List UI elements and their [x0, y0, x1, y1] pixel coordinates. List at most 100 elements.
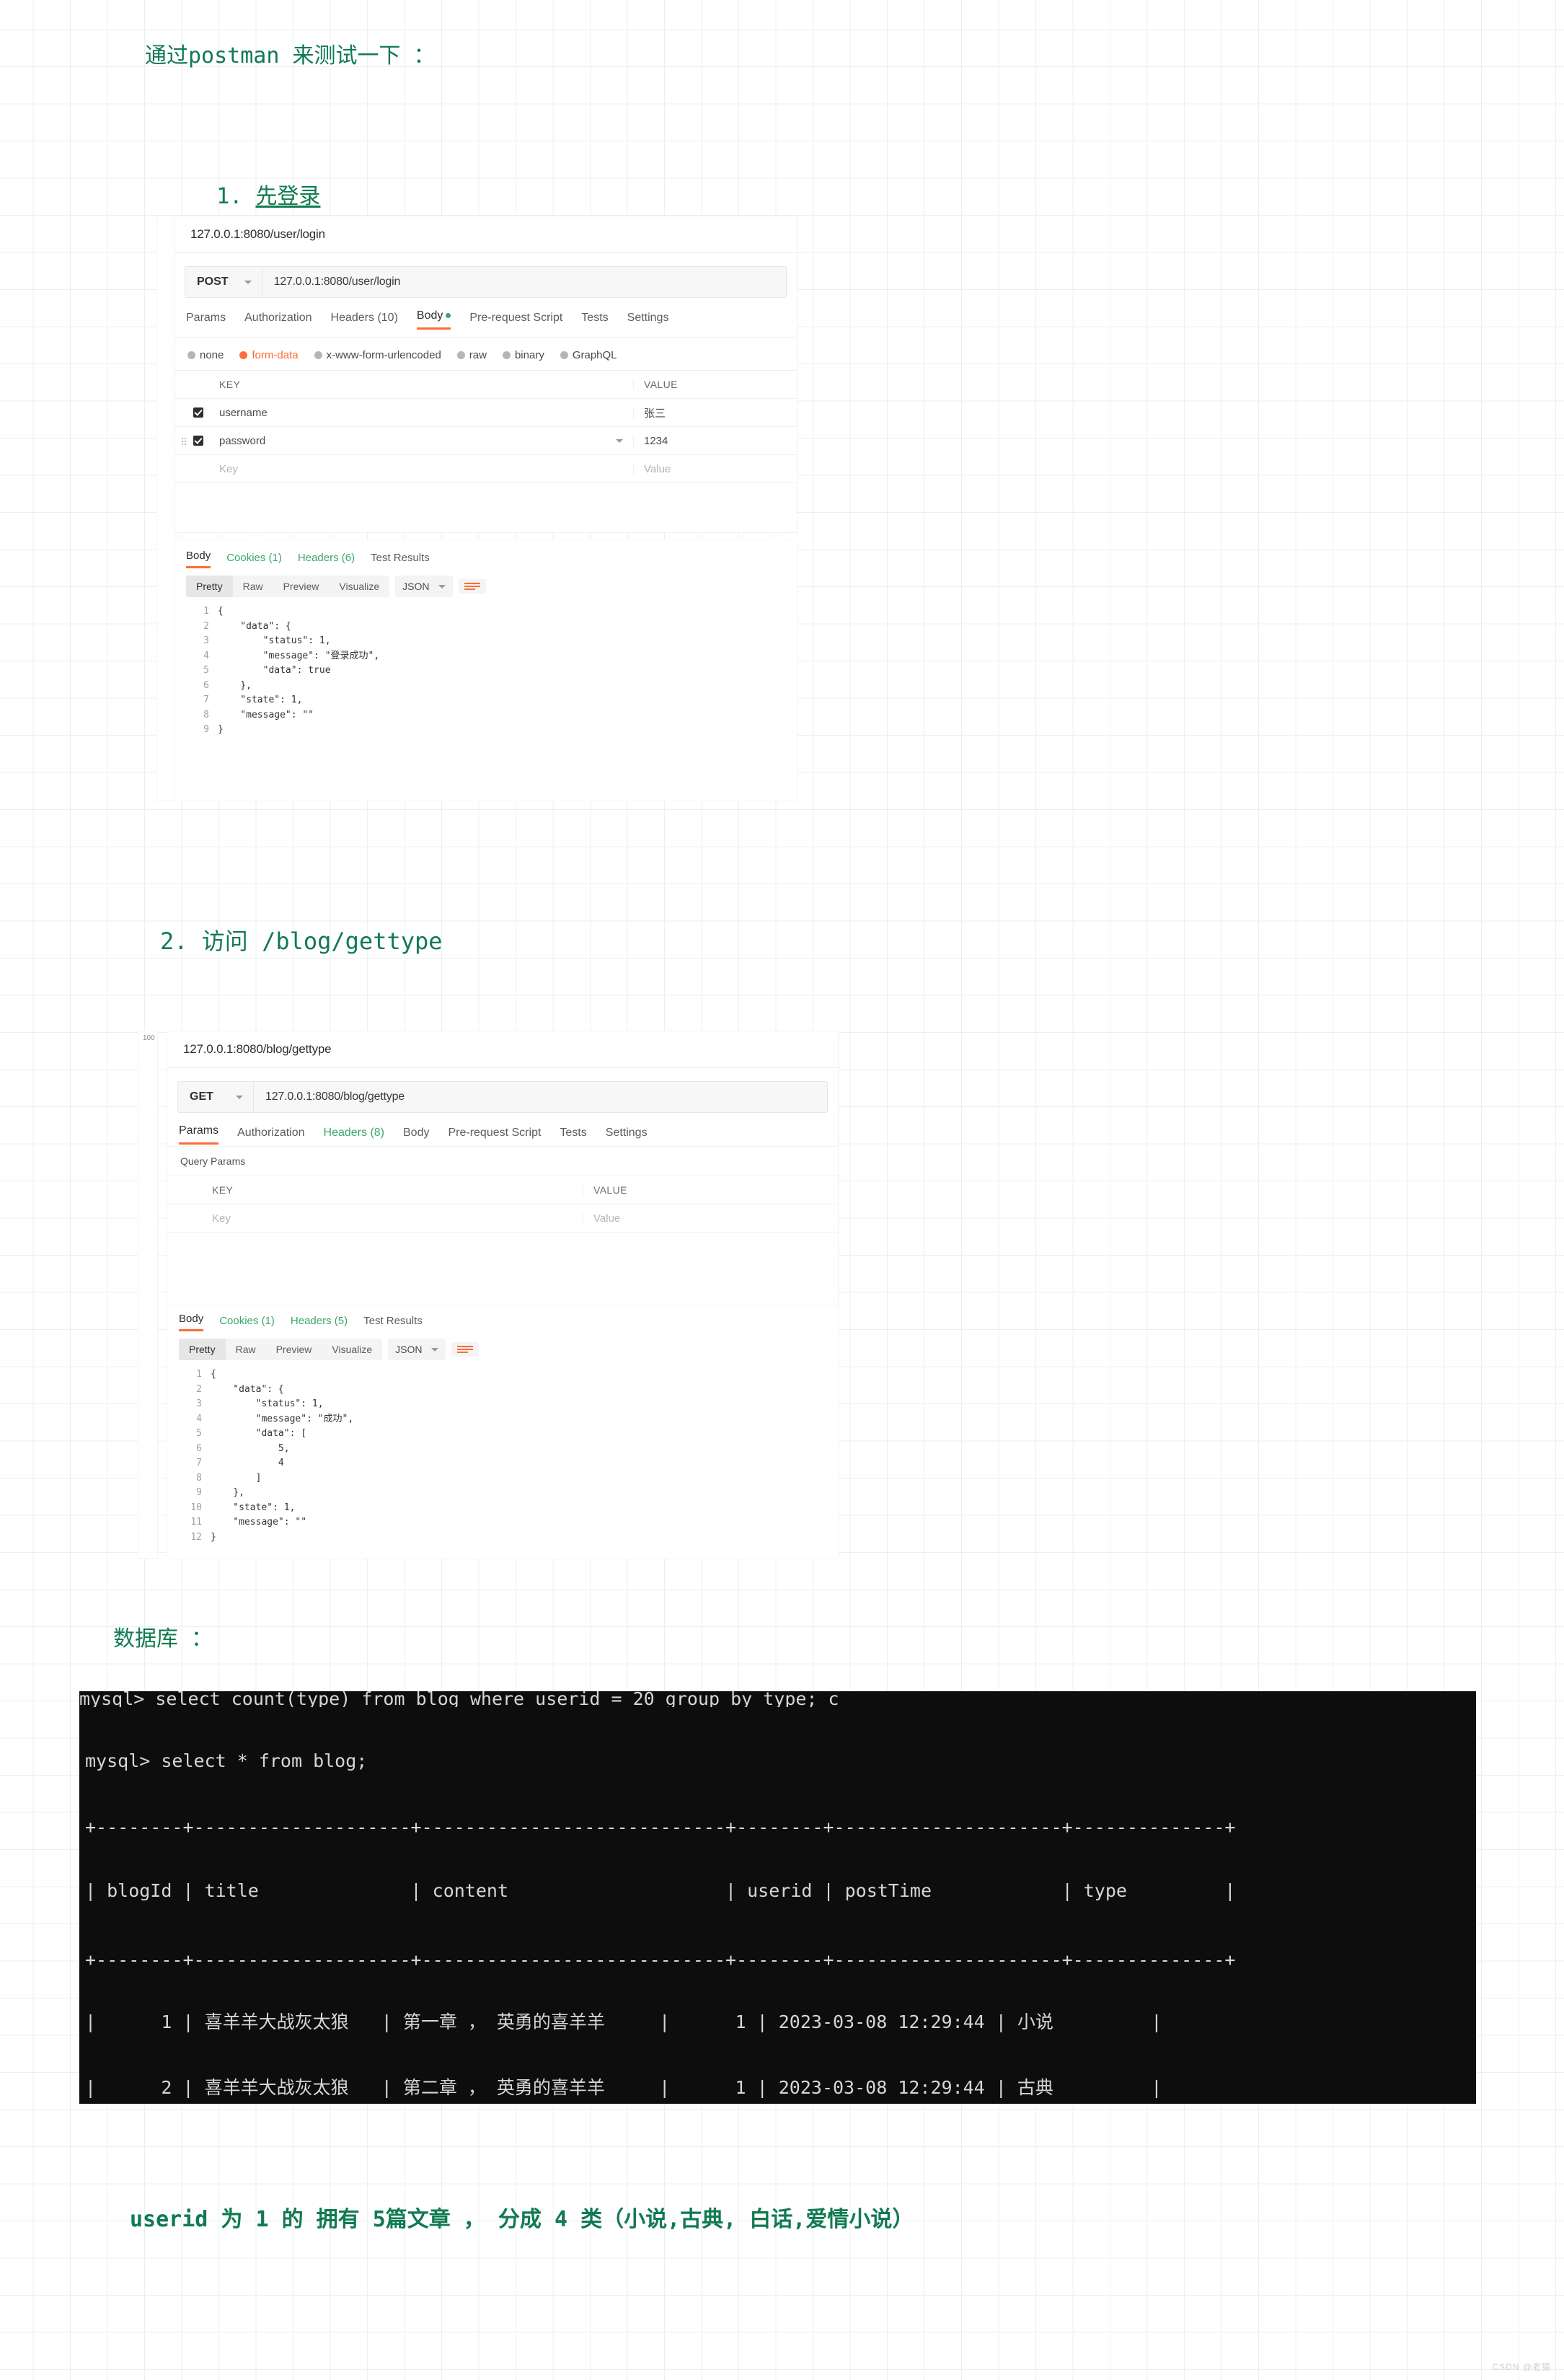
code-line: 2 "data": { [174, 620, 797, 635]
chevron-down-icon [438, 584, 446, 589]
tab-authorization[interactable]: Authorization [244, 312, 312, 330]
postman-request-panel-login: 127.0.0.1:8080/user/login POST 127.0.0.1… [174, 216, 797, 346]
response-format-select[interactable]: JSON [395, 576, 453, 597]
tab-pre-request-script[interactable]: Pre-request Script [448, 1127, 541, 1145]
response-tab-test-results[interactable]: Test Results [363, 1315, 423, 1331]
response-tab-cookies[interactable]: Cookies (1) [219, 1315, 275, 1331]
request-tabs-login: Params Authorization Headers (10) Body P… [186, 309, 797, 330]
line-text: { [218, 606, 224, 617]
request-url-input-gettype[interactable]: 127.0.0.1:8080/blog/gettype [254, 1082, 827, 1112]
body-type-graphql[interactable]: GraphQL [560, 349, 617, 361]
request-url-input-login[interactable]: 127.0.0.1:8080/user/login [262, 267, 786, 297]
line-number: 4 [203, 650, 209, 661]
view-mode-visualize[interactable]: Visualize [322, 1339, 382, 1360]
tab-tests[interactable]: Tests [560, 1127, 586, 1145]
row-drag-handle[interactable] [174, 436, 193, 445]
cell-value-placeholder[interactable]: Value [583, 1212, 838, 1225]
tab-headers[interactable]: Headers (8) [324, 1127, 384, 1145]
tab-settings[interactable]: Settings [606, 1127, 648, 1145]
view-mode-preview[interactable]: Preview [266, 1339, 322, 1360]
row-checkbox-password[interactable] [193, 436, 212, 446]
mysql-terminal[interactable]: mysql> select * from blog; +--------+---… [79, 1707, 1476, 2104]
response-tab-headers-label: Headers (5) [290, 1315, 348, 1327]
body-type-form-data[interactable]: form-data [239, 349, 299, 361]
column-header-key: KEY [205, 1184, 583, 1196]
line-text: }, [211, 1487, 244, 1499]
body-type-none[interactable]: none [187, 349, 224, 361]
response-tab-body[interactable]: Body [186, 550, 211, 568]
line-number: 9 [196, 1487, 202, 1499]
tab-authorization[interactable]: Authorization [237, 1127, 304, 1145]
response-tab-cookies[interactable]: Cookies (1) [226, 552, 282, 568]
line-number: 6 [203, 679, 209, 691]
tab-pre-request-script[interactable]: Pre-request Script [469, 312, 562, 330]
request-url-bar-gettype[interactable]: GET 127.0.0.1:8080/blog/gettype [177, 1081, 828, 1113]
response-tab-test-results[interactable]: Test Results [371, 552, 430, 568]
code-line: 9} [174, 723, 797, 738]
cell-key-placeholder[interactable]: Key [212, 462, 634, 475]
response-format-label: JSON [402, 581, 430, 592]
page-title-postman-intro: 通过postman 来测试一下 ： [145, 43, 436, 69]
body-type-form-data-label: form-data [252, 349, 299, 361]
cell-key-password[interactable]: password [212, 434, 634, 447]
tab-body[interactable]: Body [403, 1127, 429, 1145]
terminal-clipped-previous-line: mysql> select count(type) from blog wher… [79, 1691, 1476, 1707]
response-format-label: JSON [395, 1344, 423, 1355]
tab-tests[interactable]: Tests [581, 312, 608, 330]
response-tab-headers[interactable]: Headers (6) [298, 552, 355, 568]
line-number: 12 [190, 1531, 202, 1543]
view-mode-raw[interactable]: Raw [233, 576, 273, 597]
line-number: 5 [203, 665, 209, 676]
view-mode-visualize[interactable]: Visualize [329, 576, 389, 597]
table-row[interactable]: password 1234 [174, 427, 797, 455]
response-tab-test-results-label: Test Results [363, 1315, 423, 1327]
tab-params-label: Params [186, 312, 226, 324]
response-format-select[interactable]: JSON [388, 1339, 446, 1360]
chevron-down-icon[interactable] [616, 438, 623, 443]
response-tab-body[interactable]: Body [179, 1313, 204, 1331]
summary-caption: userid 为 1 的 拥有 5篇文章 ， 分成 4 类（小说,古典, 白话,… [130, 2207, 914, 2232]
request-url-bar-login[interactable]: POST 127.0.0.1:8080/user/login [185, 266, 787, 298]
tab-settings[interactable]: Settings [627, 312, 669, 330]
sidebar-stub-text: 100 [143, 1034, 155, 1042]
row-checkbox-username[interactable] [193, 407, 212, 418]
table-row-empty[interactable]: Key Value [167, 1204, 838, 1233]
radio-icon [560, 351, 568, 359]
postman-response-panel-login: Body Cookies (1) Headers (6) Test Result… [174, 539, 797, 801]
cell-value-password[interactable]: 1234 [634, 435, 797, 447]
chevron-down-icon [244, 280, 252, 284]
view-mode-pretty[interactable]: Pretty [186, 576, 233, 597]
body-type-binary[interactable]: binary [502, 349, 544, 361]
wrap-lines-button[interactable] [451, 1342, 479, 1357]
line-number: 2 [196, 1383, 202, 1395]
body-type-urlencoded[interactable]: x-www-form-urlencoded [314, 349, 441, 361]
body-type-raw[interactable]: raw [456, 349, 487, 361]
tab-params[interactable]: Params [179, 1124, 219, 1145]
tab-params[interactable]: Params [186, 312, 226, 330]
tab-headers[interactable]: Headers (10) [331, 312, 398, 330]
cell-key-placeholder[interactable]: Key [205, 1212, 583, 1225]
http-method-select-gettype[interactable]: GET [178, 1082, 254, 1112]
cell-value-placeholder[interactable]: Value [634, 463, 797, 475]
line-text: "status": 1, [218, 635, 331, 647]
view-mode-pretty[interactable]: Pretty [179, 1339, 226, 1360]
tab-settings-label: Settings [627, 312, 669, 324]
table-row-empty[interactable]: Key Value [174, 455, 797, 483]
response-tab-headers[interactable]: Headers (5) [291, 1315, 348, 1331]
line-text: 4 [211, 1458, 284, 1469]
terminal-line: +--------+--------------------+---------… [85, 1817, 1236, 1838]
cell-key-username-text: username [219, 406, 268, 419]
cell-key-username[interactable]: username [212, 406, 634, 419]
tab-body[interactable]: Body [416, 309, 451, 330]
response-tab-body-label: Body [186, 550, 211, 562]
line-number: 3 [196, 1398, 202, 1410]
cell-value-username[interactable]: 张三 [634, 405, 797, 420]
http-method-select-login[interactable]: POST [185, 267, 262, 297]
view-mode-preview[interactable]: Preview [273, 576, 330, 597]
code-line: 3 "status": 1, [167, 1397, 838, 1412]
tab-tests-label: Tests [560, 1127, 587, 1139]
request-tabs-gettype: Params Authorization Headers (8) Body Pr… [179, 1124, 838, 1145]
view-mode-raw[interactable]: Raw [226, 1339, 266, 1360]
wrap-lines-button[interactable] [458, 579, 486, 594]
table-row[interactable]: username 张三 [174, 399, 797, 427]
